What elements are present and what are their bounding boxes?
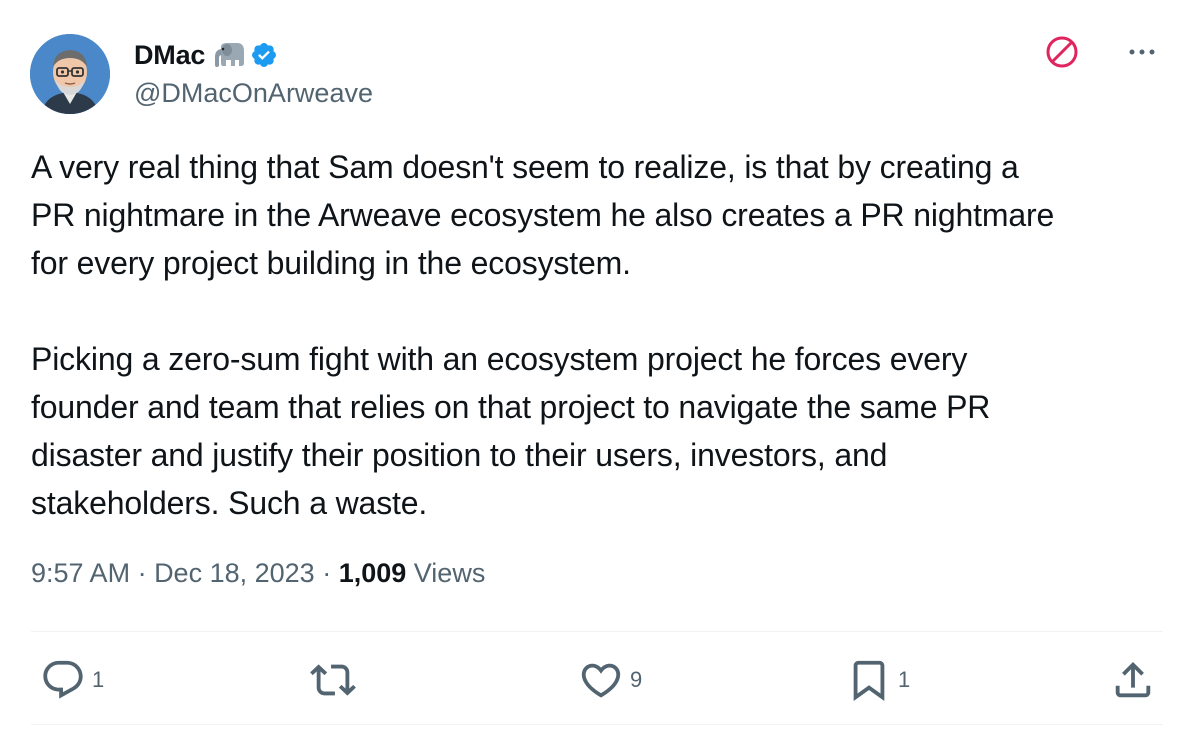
action-bar: 1 9 1 [0,655,1200,705]
verified-badge-icon[interactable] [250,41,278,69]
heart-icon [581,663,621,698]
share-icon [1115,661,1151,698]
author-display-name[interactable]: DMac [134,40,205,71]
like-button[interactable]: 9 [578,655,642,705]
meta-separator: · [314,558,339,588]
reply-icon [43,660,83,699]
author-name-row[interactable]: DMac [134,36,278,74]
divider [31,724,1163,725]
tweet-meta: 9:57 AM · Dec 18, 2023 · 1,009 Views [31,558,485,589]
divider [31,631,1163,632]
meta-separator: · [130,558,155,588]
tweet-card: DMac @DMacOnArweave A very real thing th… [0,0,1200,732]
retweet-button[interactable] [310,655,362,705]
reply-button[interactable]: 1 [40,655,104,705]
views-count: 1,009 [338,558,407,588]
tweet-text: A very real thing that Sam doesn't seem … [31,149,1055,521]
blocked-icon[interactable] [1044,34,1080,70]
bookmark-count: 1 [898,667,911,692]
elephant-icon [213,41,247,69]
retweet-icon [310,664,356,696]
more-options-icon[interactable] [1126,40,1158,64]
avatar-portrait [30,34,110,114]
reply-count: 1 [92,667,105,692]
bookmark-icon [853,660,885,701]
tweet-date[interactable]: Dec 18, 2023 [154,558,315,588]
views-label: Views [413,558,486,588]
author-handle[interactable]: @DMacOnArweave [134,78,373,109]
avatar[interactable] [30,34,110,114]
like-count: 9 [630,667,643,692]
bookmark-button[interactable]: 1 [846,655,910,705]
share-button[interactable] [1110,655,1156,705]
tweet-time[interactable]: 9:57 AM [31,558,130,588]
